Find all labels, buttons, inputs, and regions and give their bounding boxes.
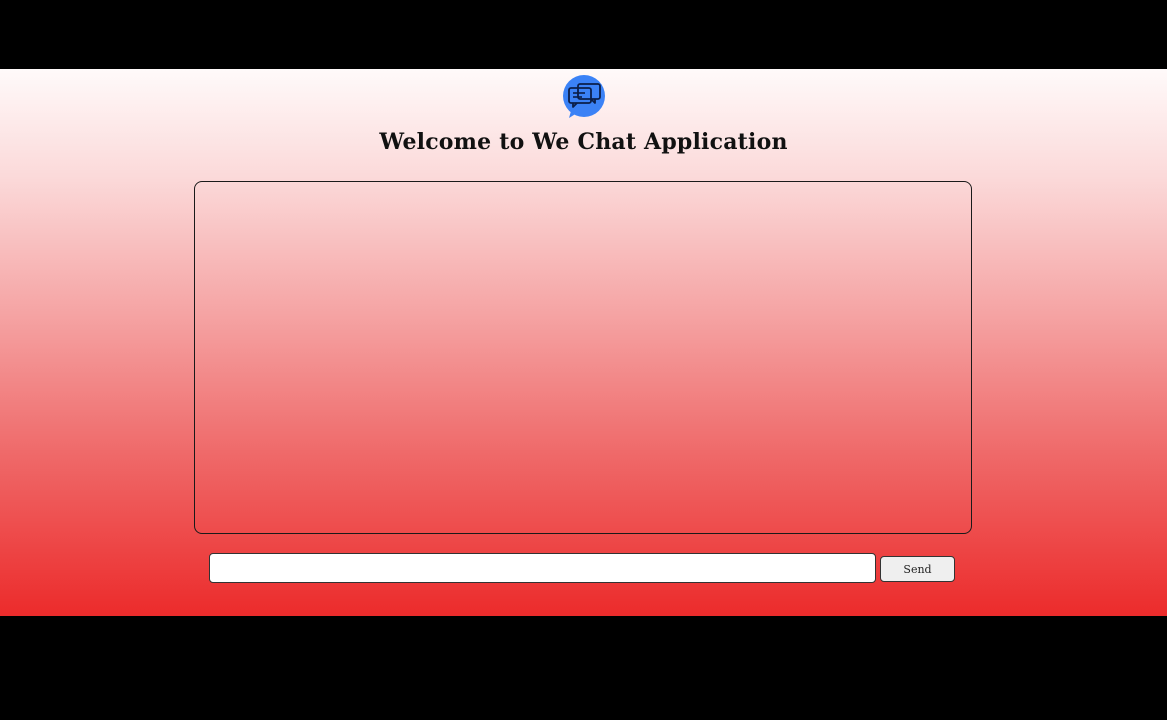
chat-messages-box[interactable] (194, 181, 972, 534)
chat-bubbles-icon (563, 75, 605, 118)
app-page: Welcome to We Chat Application Send (0, 69, 1167, 616)
message-input[interactable] (209, 553, 876, 583)
send-button[interactable]: Send (880, 556, 955, 582)
page-title: Welcome to We Chat Application (379, 129, 788, 155)
